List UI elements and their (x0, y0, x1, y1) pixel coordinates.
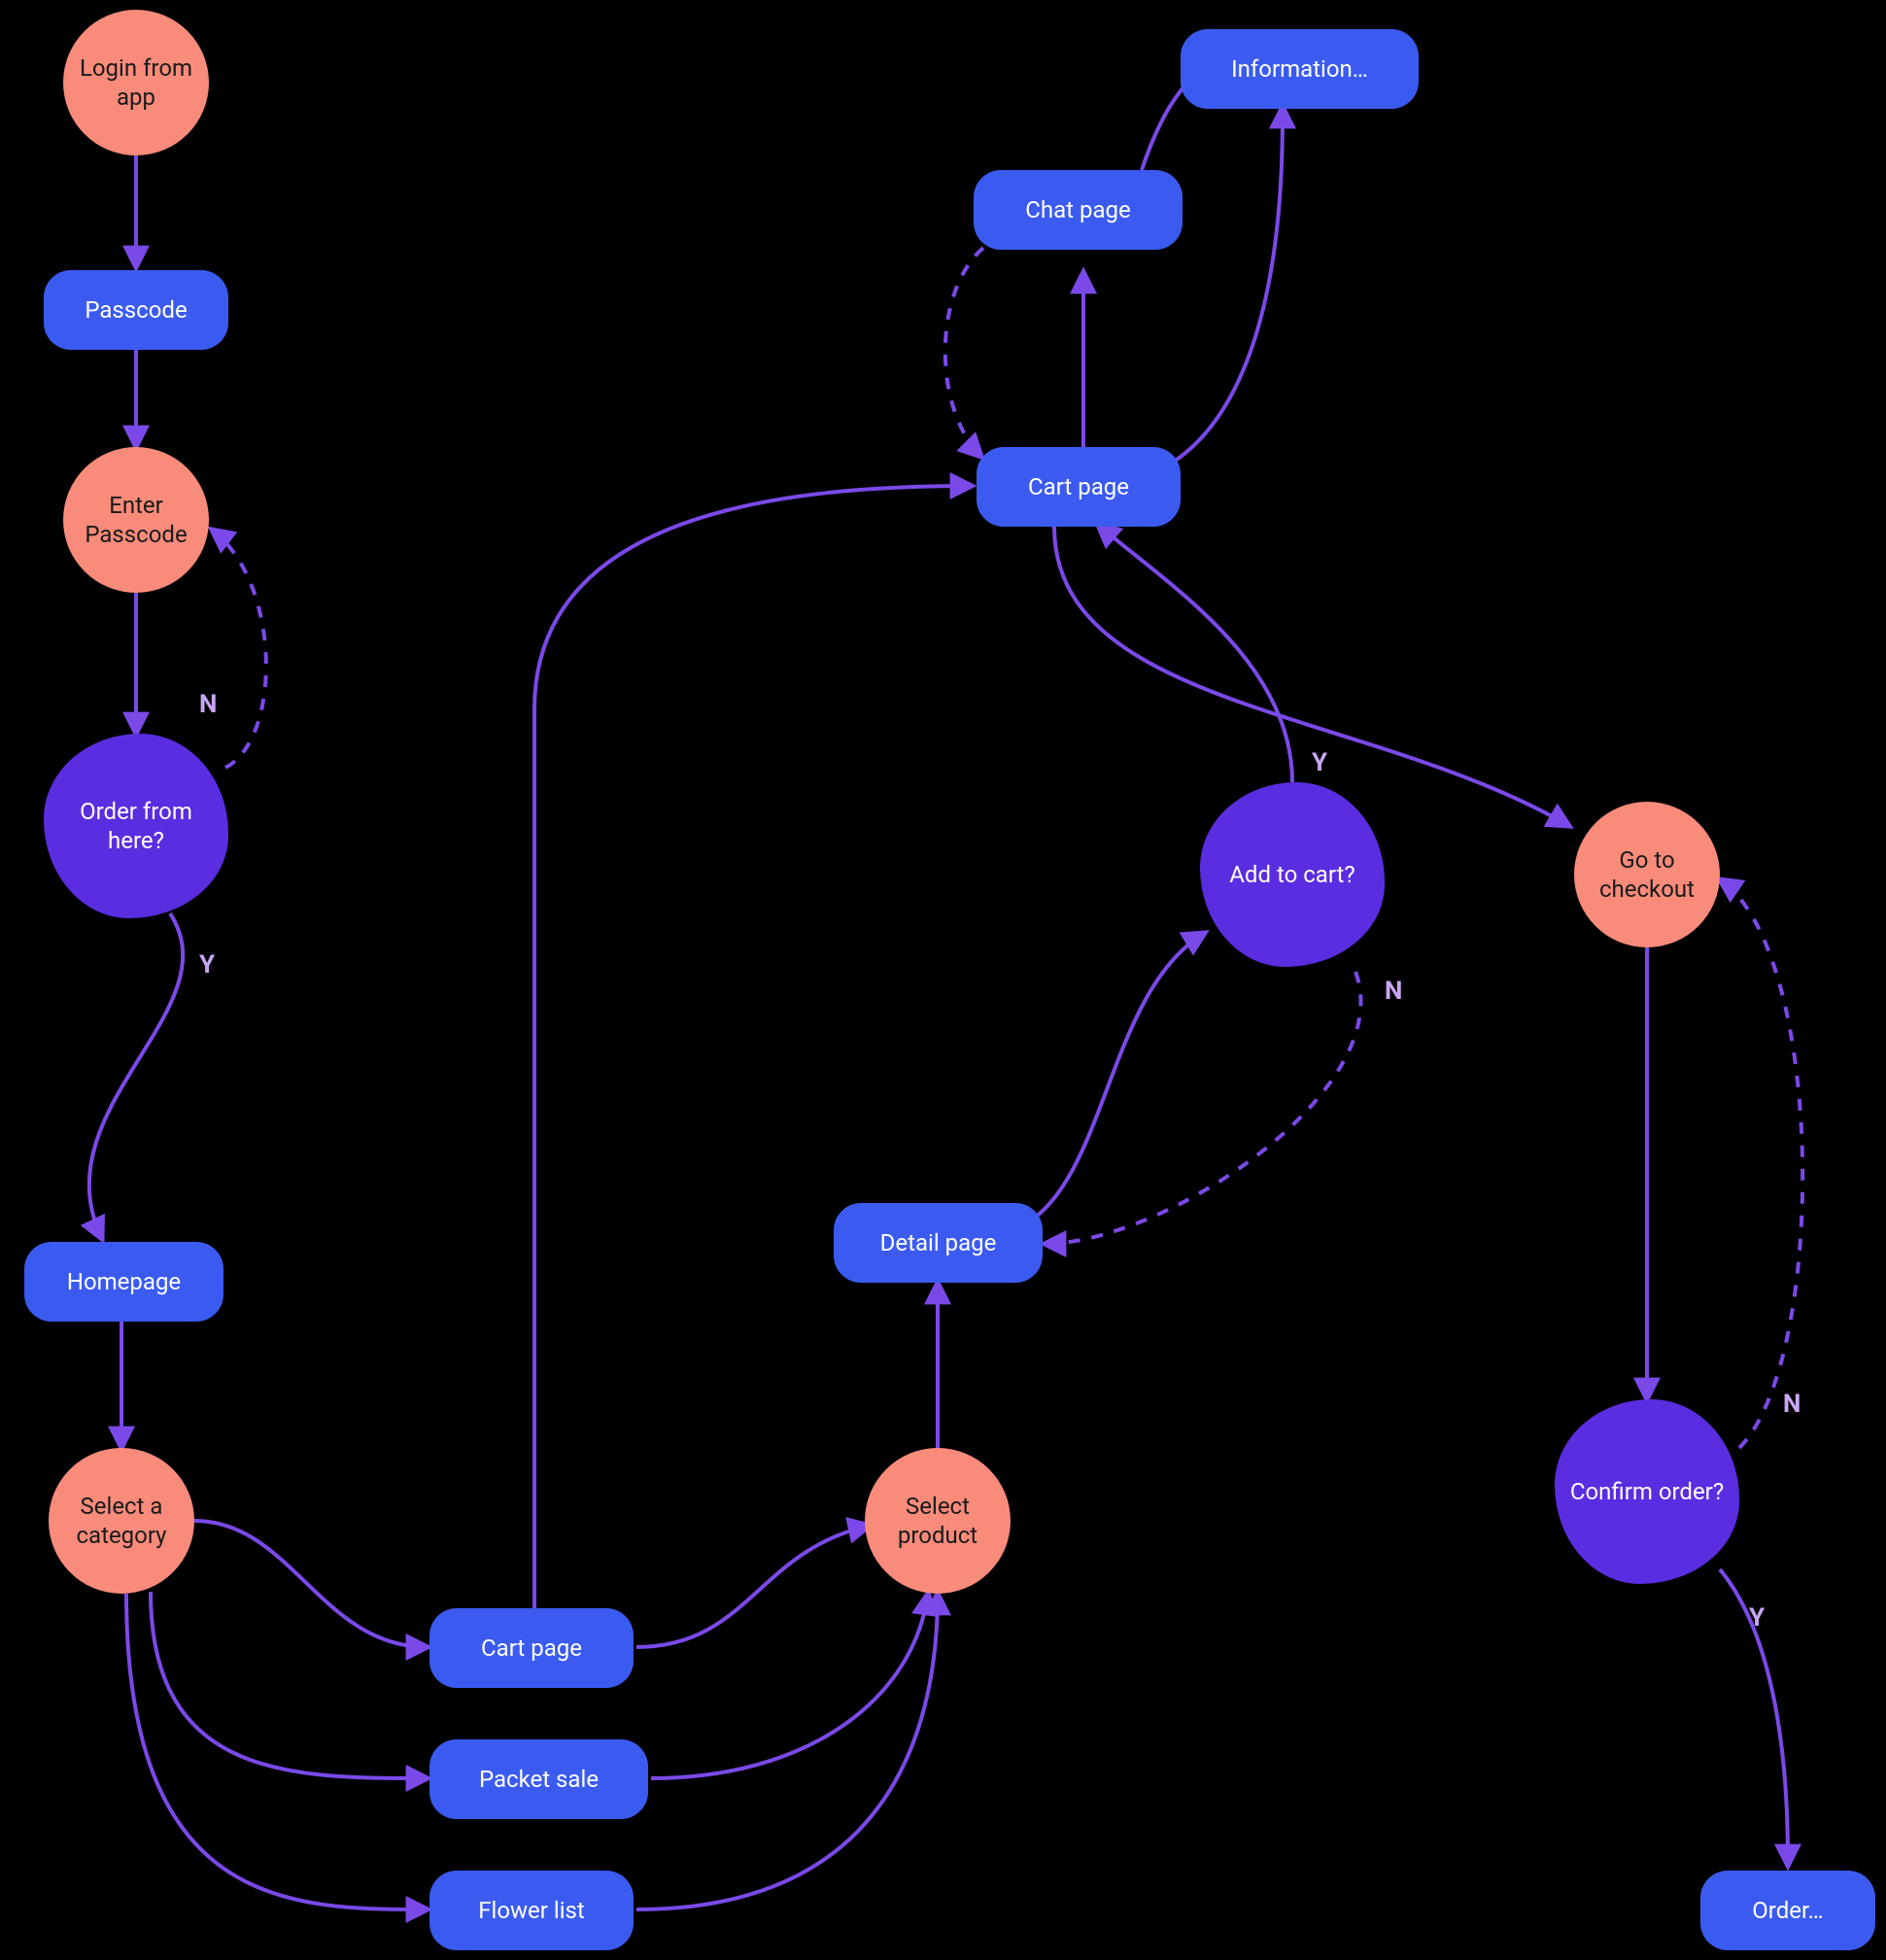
edge-label-addcart-n: N (1385, 977, 1402, 1006)
node-select-product[interactable]: Select product (865, 1448, 1011, 1594)
node-label: Cart page (1028, 472, 1129, 501)
node-label: Confirm order? (1570, 1477, 1724, 1506)
edges-layer (0, 0, 1886, 1960)
edge-label-order-y: Y (199, 950, 215, 980)
node-add-to-cart[interactable]: Add to cart? (1200, 782, 1385, 967)
node-login-from-app[interactable]: Login from app (63, 10, 209, 155)
node-label: Go to checkout (1582, 845, 1712, 904)
node-detail-page[interactable]: Detail page (834, 1203, 1043, 1283)
node-label: Passcode (85, 295, 187, 325)
node-homepage[interactable]: Homepage (24, 1242, 223, 1322)
node-order-from-here[interactable]: Order from here? (44, 734, 228, 918)
node-cart-page-lower[interactable]: Cart page (429, 1608, 634, 1688)
node-cart-page-upper[interactable]: Cart page (977, 447, 1181, 527)
node-confirm-order[interactable]: Confirm order? (1555, 1399, 1739, 1584)
flowchart-canvas: Login from app Passcode Enter Passcode O… (0, 0, 1886, 1960)
node-enter-passcode[interactable]: Enter Passcode (63, 447, 209, 593)
node-label: Select a category (56, 1492, 187, 1550)
edge-label-order-n: N (199, 690, 217, 719)
node-label: Detail page (880, 1228, 997, 1257)
node-label: Homepage (67, 1267, 181, 1296)
node-label: Packet sale (479, 1765, 599, 1794)
node-label: Enter Passcode (71, 491, 201, 549)
node-label: Login from app (71, 53, 201, 112)
node-label: Flower list (478, 1896, 585, 1925)
node-label: Order… (1752, 1896, 1823, 1925)
node-select-category[interactable]: Select a category (49, 1448, 194, 1594)
node-label: Cart page (481, 1633, 582, 1663)
edge-label-confirm-y: Y (1749, 1603, 1765, 1633)
node-packet-sale[interactable]: Packet sale (429, 1739, 648, 1819)
node-passcode[interactable]: Passcode (44, 270, 228, 350)
node-go-to-checkout[interactable]: Go to checkout (1574, 802, 1720, 947)
edge-label-addcart-y: Y (1312, 748, 1327, 777)
node-information[interactable]: Information… (1181, 29, 1419, 109)
node-order-final[interactable]: Order… (1700, 1871, 1875, 1950)
node-label: Information… (1231, 54, 1368, 84)
node-label: Select product (873, 1492, 1003, 1550)
edge-label-confirm-n: N (1783, 1390, 1800, 1419)
node-label: Order from here? (51, 797, 221, 855)
node-flower-list[interactable]: Flower list (429, 1871, 634, 1950)
node-label: Chat page (1025, 195, 1130, 224)
node-chat-page[interactable]: Chat page (974, 170, 1183, 250)
node-label: Add to cart? (1229, 860, 1354, 889)
